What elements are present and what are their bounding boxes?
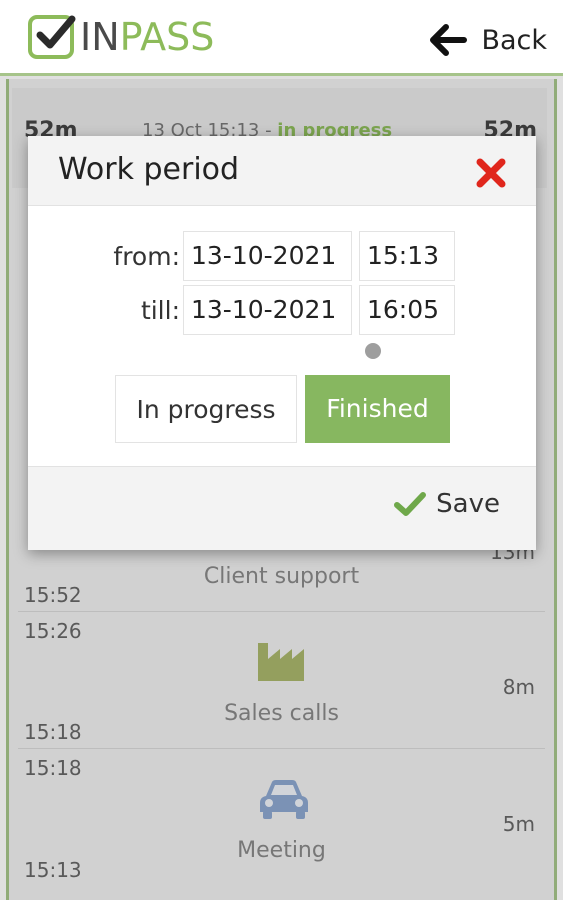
- till-date-field[interactable]: 13-10-2021: [183, 285, 352, 335]
- dialog-header: Work period: [28, 136, 536, 206]
- from-date-field[interactable]: 13-10-2021: [183, 231, 352, 281]
- logo-in-text: IN: [80, 15, 120, 59]
- logo-checkbox-icon: [28, 15, 76, 59]
- time-drag-handle[interactable]: [365, 343, 381, 359]
- inpass-logo: INPASS: [28, 14, 214, 60]
- close-icon[interactable]: [476, 158, 506, 192]
- dialog-footer: Save: [28, 466, 536, 550]
- app-header: INPASS Back: [0, 0, 563, 76]
- save-button[interactable]: Save: [394, 489, 500, 519]
- work-period-dialog: Work period from: 13-10-2021 15:13 till:…: [28, 136, 536, 550]
- logo-text: INPASS: [80, 15, 214, 59]
- finished-button[interactable]: Finished: [305, 375, 450, 443]
- dialog-title: Work period: [58, 152, 240, 187]
- till-time-field[interactable]: 16:05: [359, 285, 455, 335]
- save-label: Save: [436, 489, 500, 519]
- back-button[interactable]: Back: [429, 18, 547, 62]
- from-label: from:: [113, 242, 180, 271]
- logo-pass-text: PASS: [119, 15, 215, 59]
- till-label: till:: [140, 296, 180, 325]
- in-progress-button[interactable]: In progress: [115, 375, 297, 443]
- checkmark-icon: [394, 492, 427, 516]
- from-time-field[interactable]: 15:13: [359, 231, 455, 281]
- back-arrow-icon: [430, 24, 468, 56]
- back-label: Back: [481, 24, 547, 56]
